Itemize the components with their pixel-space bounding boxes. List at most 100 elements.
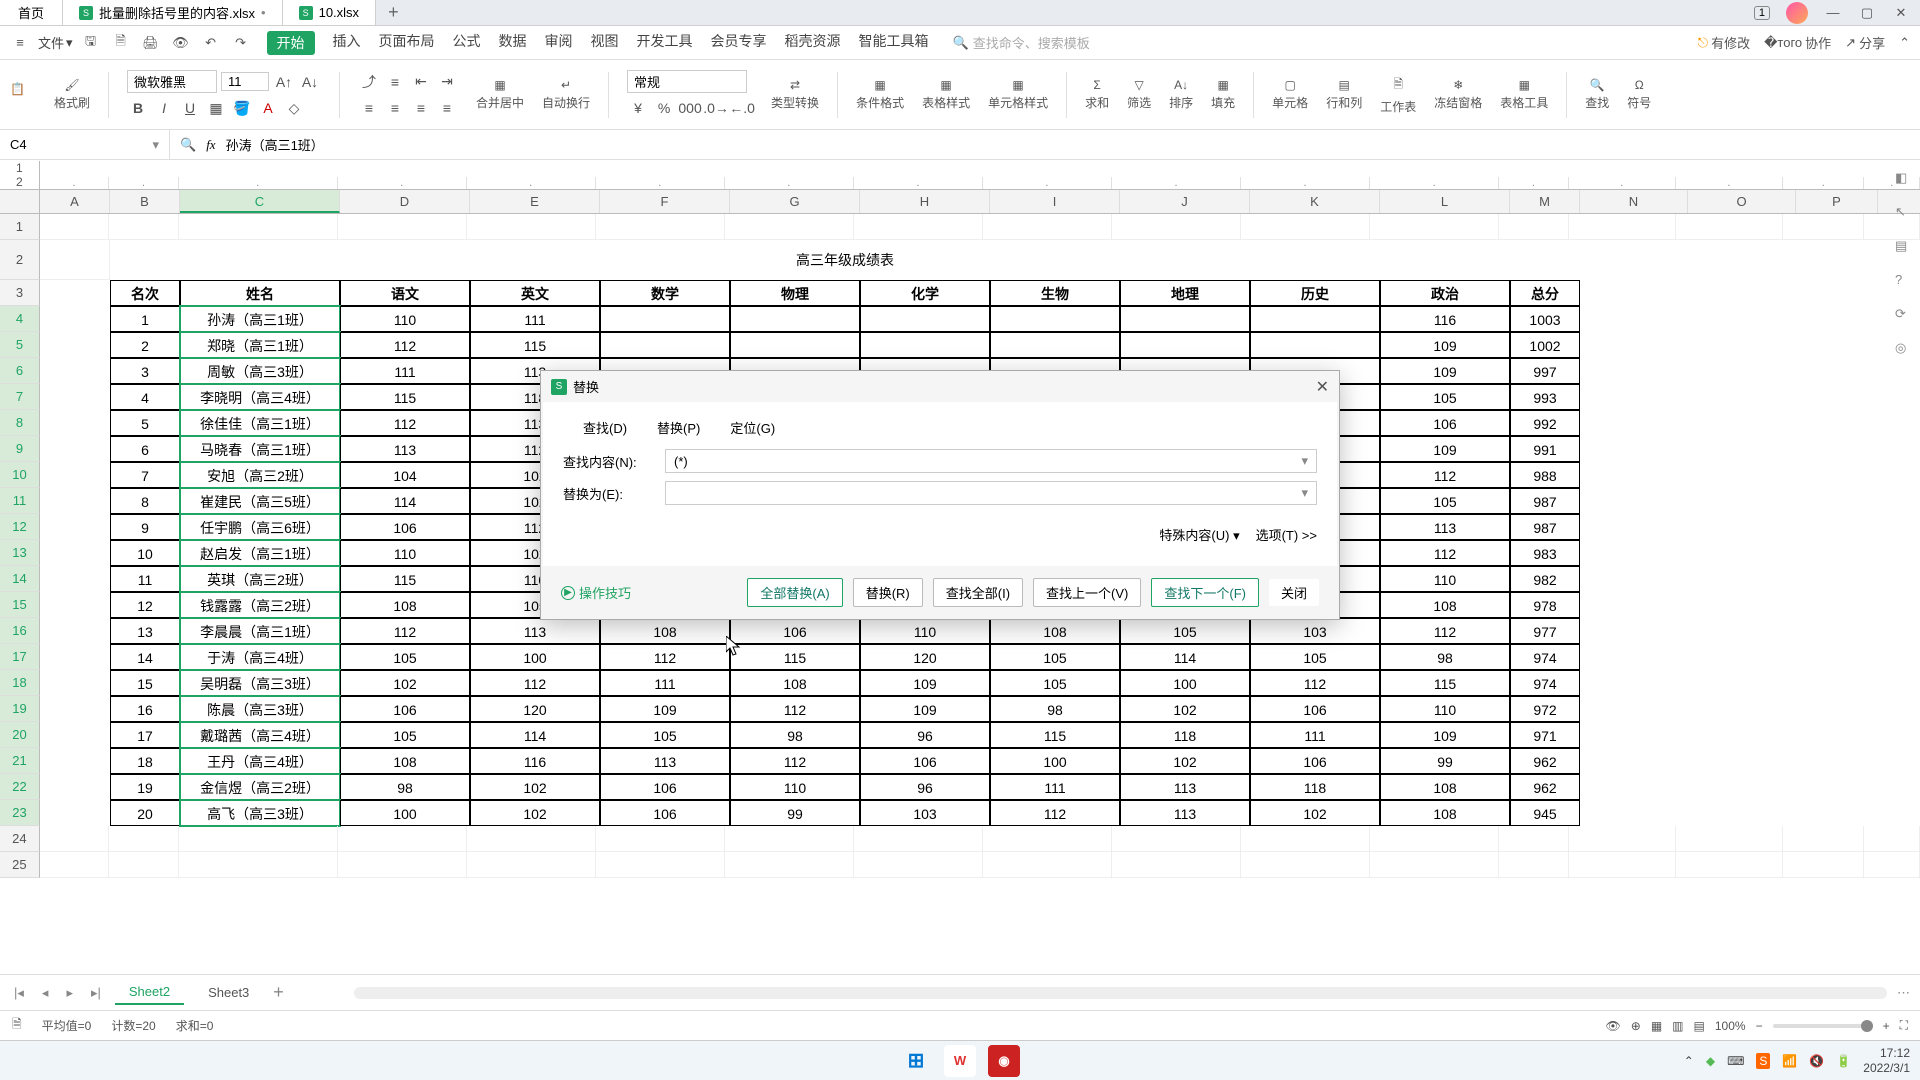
tab-smart[interactable]: 智能工具箱 bbox=[859, 31, 929, 55]
table-cell[interactable]: 99 bbox=[730, 800, 860, 826]
name-box[interactable]: C4▾ bbox=[0, 130, 170, 159]
maximize-icon[interactable]: ▢ bbox=[1858, 4, 1876, 22]
table-cell[interactable]: 3 bbox=[110, 358, 180, 384]
table-cell[interactable]: 2 bbox=[110, 332, 180, 358]
table-cell[interactable]: 吴明磊（高三3班） bbox=[180, 670, 340, 696]
find-next-button[interactable]: 查找下一个(F) bbox=[1151, 578, 1259, 607]
cell-style[interactable]: ▦单元格样式 bbox=[988, 78, 1048, 111]
sheet-button[interactable]: 🗎工作表 bbox=[1380, 75, 1416, 115]
avatar[interactable] bbox=[1786, 2, 1808, 24]
table-cell[interactable]: 120 bbox=[860, 644, 990, 670]
table-cell[interactable]: 108 bbox=[340, 748, 470, 774]
type-convert[interactable]: ⇄类型转换 bbox=[771, 78, 819, 111]
col-header[interactable]: P bbox=[1796, 190, 1878, 213]
table-cell[interactable]: 112 bbox=[340, 332, 470, 358]
table-cell[interactable]: 115 bbox=[340, 384, 470, 410]
table-cell[interactable]: 120 bbox=[470, 696, 600, 722]
minimize-icon[interactable]: — bbox=[1824, 4, 1842, 22]
table-cell[interactable]: 105 bbox=[990, 670, 1120, 696]
align-justify-icon[interactable]: ≡ bbox=[436, 97, 458, 119]
tab-layout[interactable]: 页面布局 bbox=[379, 31, 435, 55]
windows-start-icon[interactable]: ⊞ bbox=[900, 1045, 932, 1077]
add-tab[interactable]: + bbox=[376, 2, 411, 23]
table-cell[interactable]: 6 bbox=[110, 436, 180, 462]
add-sheet-icon[interactable]: + bbox=[273, 982, 284, 1003]
col-header[interactable]: B bbox=[110, 190, 180, 213]
recorder-icon[interactable]: ◉ bbox=[988, 1045, 1020, 1077]
table-cell[interactable]: 109 bbox=[860, 670, 990, 696]
table-cell[interactable]: 105 bbox=[1120, 618, 1250, 644]
table-cell[interactable]: 110 bbox=[340, 540, 470, 566]
table-cell[interactable]: 钱露露（高三2班） bbox=[180, 592, 340, 618]
tab-resource[interactable]: 稻壳资源 bbox=[785, 31, 841, 55]
col-header[interactable]: A bbox=[40, 190, 110, 213]
table-cell[interactable]: 100 bbox=[1120, 670, 1250, 696]
clear-format-button[interactable]: ◇ bbox=[283, 97, 305, 119]
italic-button[interactable]: I bbox=[153, 97, 175, 119]
table-cell[interactable]: 100 bbox=[340, 800, 470, 826]
backup-icon[interactable]: ⟳ bbox=[1895, 306, 1915, 326]
table-cell[interactable]: 100 bbox=[990, 748, 1120, 774]
indent-dec-icon[interactable]: ⇤ bbox=[410, 71, 432, 93]
fill-button[interactable]: ▦填充 bbox=[1211, 78, 1235, 111]
file-tab-2[interactable]: S 10.xlsx bbox=[283, 0, 376, 25]
shrink-font-icon[interactable]: A↓ bbox=[299, 71, 321, 93]
table-cell[interactable]: 于涛（高三4班） bbox=[180, 644, 340, 670]
props-icon[interactable]: ▤ bbox=[1895, 238, 1915, 258]
sheet-prev-icon[interactable]: ◂ bbox=[38, 985, 53, 1001]
table-cell[interactable]: 974 bbox=[1510, 644, 1580, 670]
table-cell[interactable]: 962 bbox=[1510, 774, 1580, 800]
table-cell[interactable]: 110 bbox=[730, 774, 860, 800]
tab-formula[interactable]: 公式 bbox=[453, 31, 481, 55]
table-cell[interactable]: 113 bbox=[1120, 800, 1250, 826]
table-cell[interactable]: 105 bbox=[1250, 644, 1380, 670]
align-top-icon[interactable]: ⤴ bbox=[358, 71, 380, 93]
table-cell[interactable]: 112 bbox=[1380, 618, 1510, 644]
table-cell[interactable] bbox=[860, 332, 990, 358]
col-header[interactable]: F bbox=[600, 190, 730, 213]
print-icon[interactable]: 🖨 bbox=[139, 31, 163, 55]
underline-button[interactable]: U bbox=[179, 97, 201, 119]
table-cell[interactable] bbox=[730, 306, 860, 332]
eye-icon[interactable]: 👁 bbox=[1606, 1019, 1621, 1033]
options-link[interactable]: 选项(T) >> bbox=[1256, 525, 1317, 544]
redo-icon[interactable]: ↷ bbox=[229, 31, 253, 55]
table-cell[interactable]: 4 bbox=[110, 384, 180, 410]
table-cell[interactable]: 105 bbox=[990, 644, 1120, 670]
clock[interactable]: 17:122022/3/1 bbox=[1863, 1046, 1910, 1075]
table-cell[interactable]: 任宇鹏（高三6班） bbox=[180, 514, 340, 540]
table-cell[interactable]: 99 bbox=[1380, 748, 1510, 774]
table-cell[interactable]: 115 bbox=[730, 644, 860, 670]
table-cell[interactable]: 109 bbox=[1380, 722, 1510, 748]
freeze-button[interactable]: ❄冻结窗格 bbox=[1434, 78, 1482, 111]
help-icon[interactable]: ? bbox=[1895, 272, 1915, 292]
save-icon[interactable]: 🖫 bbox=[79, 31, 103, 55]
collapse-ribbon-icon[interactable]: ⌃ bbox=[1899, 35, 1910, 51]
table-cell[interactable]: 106 bbox=[1250, 696, 1380, 722]
fx-icon[interactable]: fx bbox=[206, 137, 215, 153]
table-cell[interactable]: 7 bbox=[110, 462, 180, 488]
location-icon[interactable]: ◎ bbox=[1895, 340, 1915, 360]
table-cell[interactable]: 10 bbox=[110, 540, 180, 566]
col-header[interactable]: C bbox=[180, 190, 340, 213]
find-prev-button[interactable]: 查找上一个(V) bbox=[1033, 578, 1141, 607]
sheet-tab-2[interactable]: Sheet2 bbox=[115, 980, 184, 1005]
bold-button[interactable]: B bbox=[127, 97, 149, 119]
table-cell[interactable]: 高飞（高三3班） bbox=[180, 800, 340, 826]
table-cell[interactable]: 113 bbox=[600, 748, 730, 774]
col-header[interactable]: J bbox=[1120, 190, 1250, 213]
table-cell[interactable]: 98 bbox=[730, 722, 860, 748]
table-cell[interactable]: 962 bbox=[1510, 748, 1580, 774]
table-cell[interactable]: 徐佳佳（高三1班） bbox=[180, 410, 340, 436]
tray-app-icon[interactable]: ◆ bbox=[1706, 1054, 1715, 1068]
percent-icon[interactable]: % bbox=[653, 97, 675, 119]
replace-button[interactable]: 替换(R) bbox=[853, 578, 923, 607]
table-cell[interactable]: 115 bbox=[470, 332, 600, 358]
merge-button[interactable]: ▦合并居中 bbox=[476, 78, 524, 111]
table-cell[interactable]: 108 bbox=[1380, 592, 1510, 618]
col-header[interactable]: G bbox=[730, 190, 860, 213]
table-cell[interactable]: 115 bbox=[1380, 670, 1510, 696]
table-cell[interactable]: 112 bbox=[340, 410, 470, 436]
table-cell[interactable]: 马晓春（高三1班） bbox=[180, 436, 340, 462]
table-cell[interactable]: 116 bbox=[470, 748, 600, 774]
